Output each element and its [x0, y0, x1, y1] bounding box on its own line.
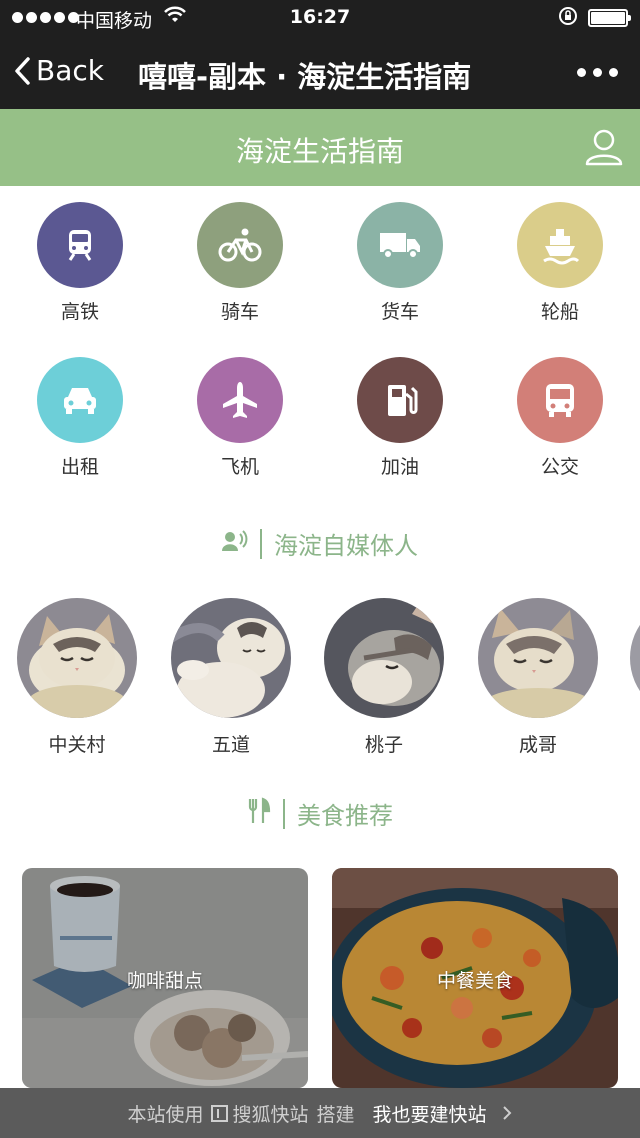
- bicycle-icon: [197, 202, 283, 288]
- back-button[interactable]: Back: [14, 54, 104, 87]
- food-section-heading: 美食推荐: [0, 796, 640, 831]
- grid-item-label: 出租: [60, 456, 99, 478]
- train-icon: [37, 202, 123, 288]
- build-site-label: 我也要建快站: [372, 1103, 487, 1126]
- grid-item-airplane[interactable]: 飞机: [160, 357, 320, 479]
- avatar: [324, 598, 444, 718]
- bus-icon: [517, 357, 603, 443]
- fork-knife-icon: [247, 796, 271, 831]
- footer-prefix: 本站使用: [127, 1103, 204, 1126]
- media-person-name: 五道: [211, 734, 250, 756]
- media-person[interactable]: 五道: [171, 598, 291, 757]
- grid-item-train[interactable]: 高铁: [0, 202, 160, 324]
- sohu-logo-icon: [211, 1104, 229, 1122]
- media-section-heading: 海淀自媒体人: [0, 526, 640, 561]
- avatar: [630, 598, 640, 718]
- grid-item-label: 高铁: [60, 301, 99, 323]
- ship-icon: [517, 202, 603, 288]
- media-people-list: 中关村 五道 桃子 成哥: [0, 598, 640, 758]
- grid-item-label: 加油: [380, 456, 419, 478]
- food-card-dessert[interactable]: 咖啡甜点: [22, 868, 308, 1088]
- footer-brand: 搜狐快站: [232, 1103, 309, 1126]
- chevron-left-icon: [15, 56, 30, 85]
- build-site-link[interactable]: 我也要建快站: [372, 1100, 512, 1127]
- media-person[interactable]: [630, 598, 640, 718]
- fuel-icon: [357, 357, 443, 443]
- truck-icon: [357, 202, 443, 288]
- grid-item-bicycle[interactable]: 骑车: [160, 202, 320, 324]
- food-card-caption: 咖啡甜点: [126, 970, 203, 992]
- avatar: [17, 598, 137, 718]
- site-header: 海淀生活指南: [0, 109, 640, 186]
- media-person[interactable]: 桃子: [324, 598, 444, 757]
- chevron-right-icon: [502, 1105, 511, 1120]
- more-menu-button[interactable]: [577, 68, 618, 77]
- media-person-name: 中关村: [48, 734, 106, 756]
- battery-icon: [588, 9, 631, 27]
- site-footer: 本站使用 搜狐快站 搭建 我也要建快站: [0, 1088, 640, 1138]
- user-icon[interactable]: [584, 127, 624, 171]
- avatar: [478, 598, 598, 718]
- site-title: 海淀生活指南: [235, 135, 404, 168]
- grid-item-label: 货车: [380, 301, 419, 323]
- media-person-name: 成哥: [518, 734, 557, 756]
- grid-item-bus[interactable]: 公交: [480, 357, 640, 479]
- back-label: Back: [36, 54, 104, 87]
- rotation-lock-icon: [558, 6, 578, 31]
- grid-item-label: 公交: [540, 456, 579, 478]
- grid-item-fuel[interactable]: 加油: [320, 357, 480, 479]
- grid-item-label: 轮船: [540, 301, 579, 323]
- media-person[interactable]: 中关村: [17, 598, 137, 757]
- avatar: [171, 598, 291, 718]
- grid-item-label: 飞机: [220, 456, 259, 478]
- clock: 16:27: [289, 6, 351, 28]
- section-title: 美食推荐: [297, 802, 393, 830]
- navigation-bar: Back 嘻嘻-副本 · 海淀生活指南: [0, 36, 640, 109]
- grid-item-label: 骑车: [220, 301, 259, 323]
- page-title: 嘻嘻-副本 · 海淀生活指南: [138, 60, 472, 94]
- section-title: 海淀自媒体人: [274, 532, 418, 560]
- media-person-name: 桃子: [364, 734, 403, 756]
- grid-item-ship[interactable]: 轮船: [480, 202, 640, 324]
- footer-suffix: 搭建: [316, 1103, 355, 1126]
- grid-item-taxi[interactable]: 出租: [0, 357, 160, 479]
- airplane-icon: [197, 357, 283, 443]
- grid-item-truck[interactable]: 货车: [320, 202, 480, 324]
- divider: [283, 798, 285, 829]
- media-person[interactable]: 成哥: [478, 598, 598, 757]
- taxi-icon: [37, 357, 123, 443]
- divider: [260, 528, 262, 559]
- speaker-icon: [222, 529, 248, 558]
- food-card-caption: 中餐美食: [436, 970, 513, 992]
- food-card-chinese[interactable]: 中餐美食: [332, 868, 618, 1088]
- status-bar: 中国移动 16:27: [0, 0, 640, 36]
